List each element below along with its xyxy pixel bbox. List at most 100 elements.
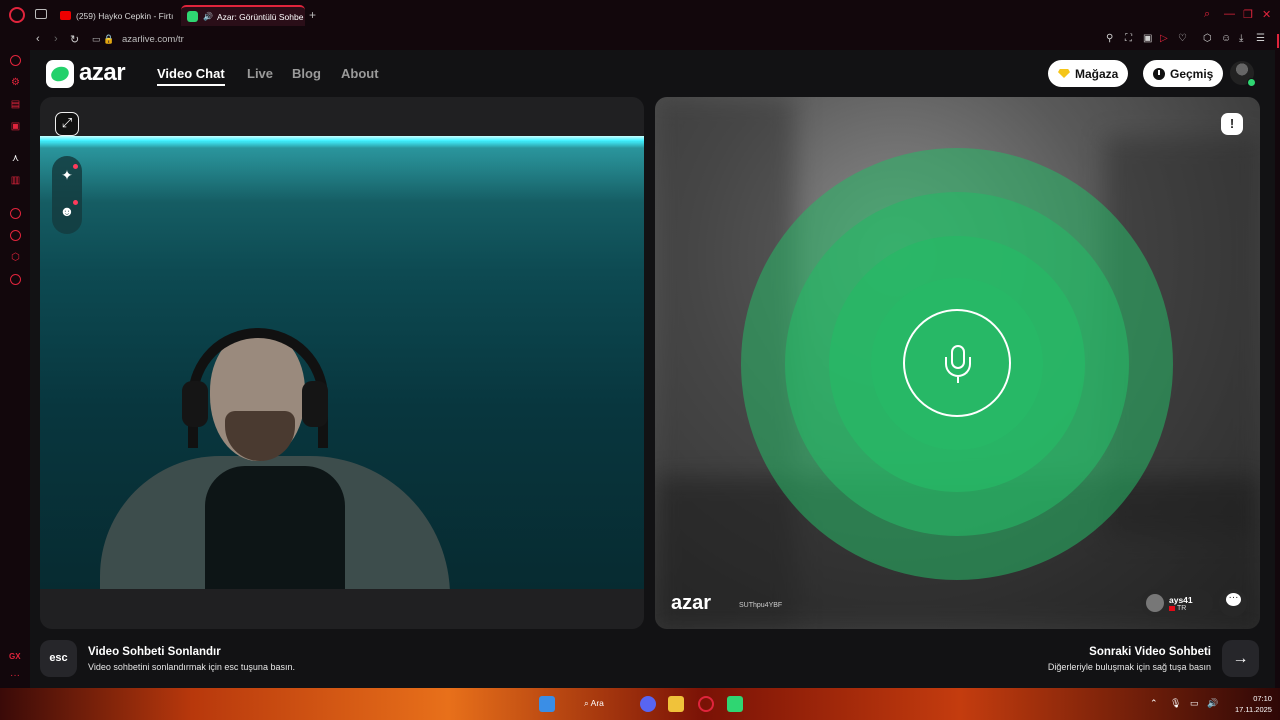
next-chat-title: Sonraki Video Sohbeti	[1089, 646, 1211, 658]
extensions-icon[interactable]: ⬡	[1203, 33, 1212, 44]
mic-cup	[945, 357, 971, 377]
nav-about[interactable]: About	[341, 66, 379, 81]
azar-logo-icon[interactable]	[46, 60, 74, 88]
tab-azar[interactable]: 🔊 Azar: Görüntülü Sohbe	[181, 5, 305, 26]
search-icon[interactable]: ⌕	[1204, 8, 1210, 21]
avatar[interactable]	[1230, 61, 1256, 87]
taskbar-search[interactable]: ⌕ Ara	[584, 698, 604, 709]
time: 07:10	[1253, 694, 1272, 703]
opera-logo-icon[interactable]	[9, 7, 25, 23]
player-icon[interactable]	[10, 208, 21, 219]
nav-video-chat[interactable]: Video Chat	[157, 66, 225, 86]
taskbar-clock[interactable]: 07:10 17.11.2025	[1235, 693, 1272, 715]
reload-button[interactable]: ↻	[70, 33, 79, 46]
next-arrow-button[interactable]: →	[1222, 640, 1259, 677]
partner-user-badge[interactable]: ays41 TR	[1141, 589, 1213, 617]
discord-icon[interactable]	[640, 696, 656, 712]
camera-lock-icon[interactable]: ▭ 🔒	[92, 34, 114, 45]
online-dot	[1247, 78, 1256, 87]
minimize-button[interactable]: —	[1224, 8, 1235, 20]
opera-gx-icon[interactable]	[698, 696, 714, 712]
expand-icon[interactable]: ⤢	[55, 112, 79, 136]
headphone-cup	[302, 381, 328, 427]
menu-icon[interactable]: ☰	[1256, 33, 1265, 44]
network-icon[interactable]: ▭	[1190, 698, 1199, 709]
snapshot-icon[interactable]: ⛶	[1125, 33, 1132, 44]
sparkle-effects-icon[interactable]: ✦	[58, 164, 78, 184]
speaker-icon[interactable]: 🔊	[203, 12, 213, 21]
tab-youtube[interactable]: (259) Hayko Cepkin - Firtı	[54, 5, 174, 26]
play-icon[interactable]: ▷	[1160, 33, 1168, 44]
azar-icon	[187, 11, 198, 22]
headphone-cup	[182, 381, 208, 427]
twitch-icon[interactable]: ▥	[10, 175, 21, 186]
mic-stem	[957, 377, 959, 383]
effects-toolbox: ✦ ☻	[52, 156, 82, 234]
gx-control-icon[interactable]: ⚙	[10, 77, 21, 88]
led-glow	[40, 142, 644, 202]
next-chat-subtitle: Diğerleriyle buluşmak için sağ tuşa bası…	[1047, 662, 1211, 672]
youtube-icon	[60, 11, 71, 20]
watermark-code: SUThpu4YBF	[739, 602, 783, 609]
azar-app-icon[interactable]	[727, 696, 743, 712]
partner-avatar	[1146, 594, 1164, 612]
file-explorer-icon[interactable]	[668, 696, 684, 712]
chat-icon[interactable]: ▤	[10, 99, 21, 110]
logo-text[interactable]: azar	[79, 59, 126, 87]
browser-tabbar: (259) Hayko Cepkin - Firtı 🔊 Azar: Görün…	[0, 0, 1280, 30]
clock-icon	[1153, 67, 1165, 80]
gx-label[interactable]: GX	[9, 652, 21, 661]
windows-taskbar: ⌕ Ara ⌃ 🎙 ▭ 🔊 07:10 17.11.2025	[0, 688, 1280, 720]
tab-title: (259) Hayko Cepkin - Firtı	[76, 10, 174, 21]
close-button[interactable]: ✕	[1262, 8, 1271, 21]
gem-icon	[1058, 69, 1070, 78]
history-icon[interactable]	[10, 230, 21, 241]
sidebar-edge	[1275, 30, 1280, 688]
settings-icon[interactable]	[10, 274, 21, 285]
history-button[interactable]: Geçmiş	[1143, 60, 1224, 87]
wallet-icon[interactable]: ▣	[1143, 33, 1152, 44]
led-strip	[40, 136, 644, 148]
self-video-panel: ⤢ ✦ ☻	[40, 97, 644, 629]
self-camera-feed	[40, 136, 644, 589]
maximize-button[interactable]: ❐	[1243, 8, 1253, 21]
microphone-icon	[903, 309, 1011, 417]
report-icon[interactable]: !	[1221, 113, 1243, 135]
store-label: Mağaza	[1075, 66, 1119, 81]
nav-live[interactable]: Live	[247, 66, 273, 81]
volume-icon[interactable]: 🔊	[1207, 698, 1218, 709]
back-button[interactable]: ‹	[36, 33, 40, 45]
heart-icon[interactable]: ♡	[1178, 33, 1187, 44]
end-chat-subtitle: Video sohbetini sonlandırmak için esc tu…	[88, 662, 295, 672]
address-bar: ‹ › ↻ ▭ 🔒 azarlive.com/tr ⚲ ⛶ ▣ ▷ ♡ ⬡ ☺ …	[0, 30, 1280, 50]
messenger-icon[interactable]: ▣	[10, 121, 21, 132]
esc-key-button[interactable]: esc	[40, 640, 77, 677]
search-label: Ara	[590, 698, 604, 708]
download-icon[interactable]: ⤓	[1239, 33, 1243, 44]
url-field[interactable]: azarlive.com/tr	[122, 34, 184, 45]
date: 17.11.2025	[1235, 705, 1272, 714]
speed-dial-icon[interactable]	[10, 55, 21, 66]
extensions-icon[interactable]: ⬡	[10, 252, 21, 263]
azar-page: azar Video Chat Live Blog About Mağaza G…	[30, 50, 1275, 688]
tab-strip-icon[interactable]	[35, 9, 47, 19]
store-button[interactable]: Mağaza	[1048, 60, 1129, 87]
profile-icon[interactable]: ☺	[1221, 33, 1231, 44]
watermark-logo: azar	[671, 592, 712, 614]
more-icon[interactable]: ···	[10, 670, 20, 681]
face-mask-icon[interactable]: ☻	[58, 200, 78, 220]
partner-country: TR	[1177, 605, 1187, 612]
opera-sidebar: ⚙ ▤ ▣ ⋏ ▥ ⬡ GX ···	[0, 50, 30, 688]
aria-icon[interactable]: ⋏	[10, 153, 21, 164]
history-label: Geçmiş	[1170, 66, 1214, 81]
mic-tray-icon[interactable]: 🎙	[1170, 698, 1181, 709]
tray-chevron-icon[interactable]: ⌃	[1150, 698, 1158, 709]
end-chat-title: Video Sohbeti Sonlandır	[88, 646, 221, 658]
windows-start-icon[interactable]	[539, 696, 555, 712]
new-tab-button[interactable]: +	[309, 8, 316, 22]
turkey-flag-icon	[1169, 606, 1175, 611]
chat-bubble-icon[interactable]	[1219, 589, 1247, 617]
pin-icon[interactable]: ⚲	[1106, 33, 1113, 44]
nav-blog[interactable]: Blog	[292, 66, 321, 81]
forward-button[interactable]: ›	[54, 33, 58, 45]
